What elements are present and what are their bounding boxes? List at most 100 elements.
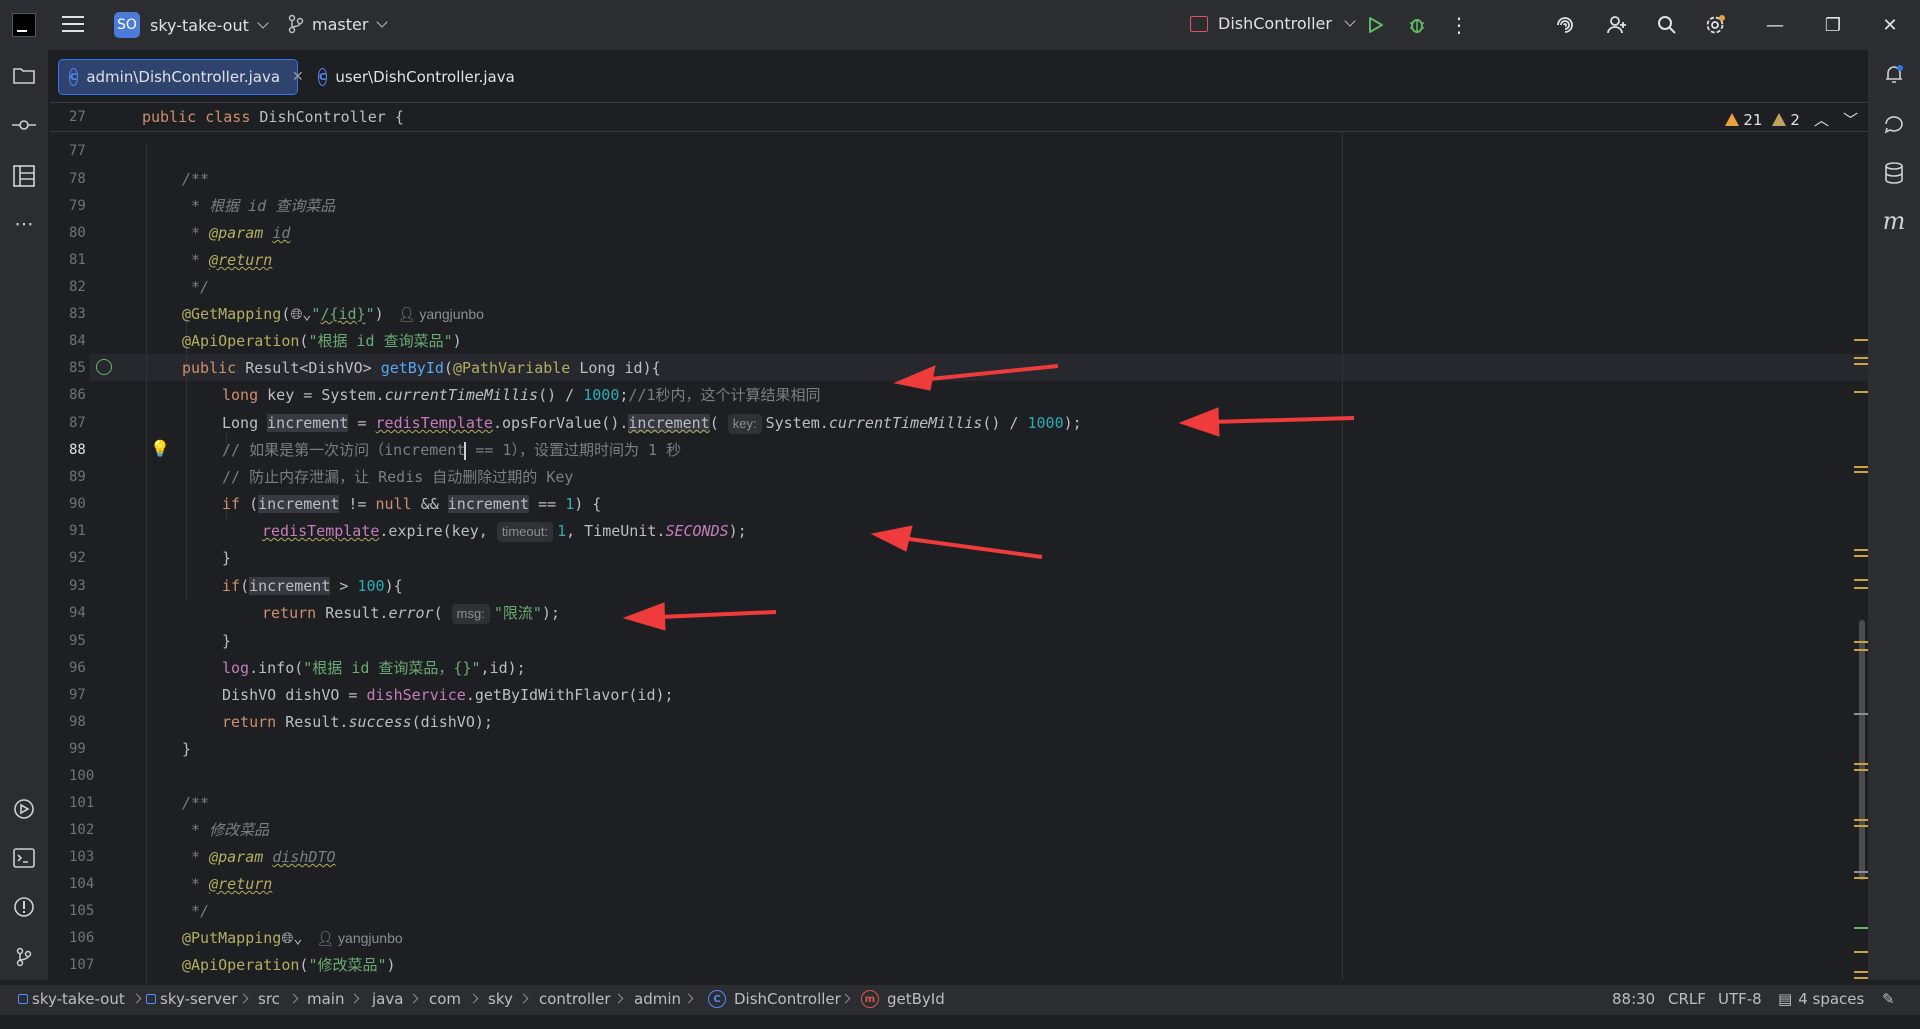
previous-highlight-icon[interactable]: ︿ [1814, 109, 1829, 130]
add-user-icon[interactable] [1604, 12, 1630, 38]
indent-setting[interactable]: ▤ 4 spaces [1778, 990, 1864, 1008]
stripe-marker[interactable] [1854, 649, 1868, 651]
code-line: * @param id [182, 224, 291, 242]
code-line: return Result.success(dishVO); [222, 713, 493, 731]
run-configuration-selector[interactable]: DishController [1190, 14, 1356, 33]
breadcrumb-project[interactable]: sky-take-out [18, 990, 125, 1008]
problems-icon[interactable] [10, 893, 38, 921]
breadcrumb-java[interactable]: java [372, 990, 403, 1008]
stripe-marker[interactable] [1854, 391, 1868, 393]
breadcrumb-sky[interactable]: sky [488, 990, 513, 1008]
intention-bulb-icon[interactable]: 💡 [150, 439, 170, 458]
breadcrumb-com[interactable]: com [429, 990, 461, 1008]
project-badge: SO [114, 12, 140, 38]
globe-icon[interactable]: 🌐︎⌄ [281, 929, 302, 947]
inspection-widget[interactable]: 21 2 ︿ ﹀ [1725, 109, 1858, 130]
code-line: */ [182, 902, 210, 920]
stripe-marker[interactable] [1854, 825, 1868, 827]
class-icon: C [318, 68, 328, 86]
parameter-hint: timeout: [496, 522, 554, 542]
scrollbar-thumb[interactable] [1859, 620, 1865, 880]
close-window-button[interactable]: ✕ [1877, 12, 1903, 38]
stripe-marker[interactable] [1854, 555, 1868, 557]
readonly-lock-icon[interactable]: ✎ [1882, 990, 1895, 1008]
tab-label: admin\DishController.java [86, 68, 281, 86]
code-line: } [222, 549, 232, 567]
breadcrumb-admin[interactable]: admin [634, 990, 681, 1008]
line-number: 27 [69, 109, 86, 125]
breadcrumb-src[interactable]: src [258, 990, 280, 1008]
more-actions-icon[interactable]: ⋮ [1446, 12, 1472, 38]
stripe-marker[interactable] [1854, 587, 1868, 589]
stripe-marker[interactable] [1854, 471, 1868, 473]
tab-user-dish-controller[interactable]: C user\DishController.java [308, 59, 515, 95]
code-line: @PutMapping🌐︎⌄ 👤︎ yangjunbo [182, 929, 403, 947]
class-icon: C [708, 990, 726, 1008]
restore-button[interactable]: ❐ [1820, 12, 1846, 38]
settings-gear-icon[interactable] [1702, 12, 1728, 38]
stripe-marker[interactable] [1854, 713, 1868, 715]
project-selector[interactable]: SO sky-take-out [114, 12, 269, 38]
left-tool-strip: ⋯ [0, 50, 48, 980]
breadcrumb-main[interactable]: main [307, 990, 344, 1008]
commit-icon[interactable] [10, 111, 38, 139]
line-number: 103 [69, 849, 95, 865]
module-icon [18, 994, 28, 1004]
project-folder-icon[interactable] [10, 61, 38, 89]
file-encoding[interactable]: UTF-8 [1718, 990, 1762, 1008]
ai-assistant-icon[interactable] [1552, 12, 1578, 38]
stripe-marker[interactable] [1854, 363, 1868, 365]
ai-chat-icon[interactable] [1880, 110, 1908, 138]
caret-position[interactable]: 88:30 [1612, 990, 1655, 1008]
close-tab-icon[interactable]: ✕ [292, 69, 304, 85]
stripe-marker[interactable] [1854, 877, 1868, 879]
run-icon[interactable] [1362, 12, 1388, 38]
debug-icon[interactable] [1404, 12, 1430, 38]
stripe-marker[interactable] [1854, 763, 1868, 765]
stripe-marker[interactable] [1854, 977, 1868, 979]
stripe-marker[interactable] [1854, 357, 1868, 359]
stripe-marker[interactable] [1854, 871, 1868, 873]
next-highlight-icon[interactable]: ﹀ [1843, 109, 1858, 130]
stripe-marker[interactable] [1854, 971, 1868, 973]
structure-icon[interactable] [10, 162, 38, 190]
stripe-marker[interactable] [1854, 549, 1868, 551]
stripe-marker[interactable] [1854, 927, 1868, 929]
maven-icon[interactable]: m [1880, 207, 1908, 235]
git-icon[interactable] [10, 943, 38, 971]
branch-name: master [312, 14, 369, 34]
app-logo-icon [12, 13, 36, 37]
globe-icon[interactable]: 🌐︎⌄ [290, 305, 311, 323]
code-author[interactable]: 👤︎ yangjunbo [398, 306, 484, 322]
more-tools-icon[interactable]: ⋯ [10, 210, 38, 238]
breadcrumb-controller[interactable]: controller [539, 990, 611, 1008]
stripe-marker[interactable] [1854, 641, 1868, 643]
stripe-marker[interactable] [1854, 951, 1868, 953]
services-icon[interactable] [10, 795, 38, 823]
stripe-marker[interactable] [1854, 769, 1868, 771]
tab-admin-dish-controller[interactable]: C admin\DishController.java ✕ [58, 59, 304, 95]
stripe-marker[interactable] [1854, 466, 1868, 468]
code-editor[interactable]: C admin\DishController.java ✕ C user\Dis… [50, 55, 1868, 983]
terminal-icon[interactable] [10, 844, 38, 872]
main-menu-icon[interactable] [62, 16, 84, 34]
vcs-branch-selector[interactable]: master [288, 14, 389, 34]
endpoint-gutter-icon[interactable] [96, 359, 112, 375]
line-number: 105 [69, 903, 95, 919]
breadcrumb-module[interactable]: sky-server [146, 990, 237, 1008]
code-line: /** [182, 794, 210, 812]
database-icon[interactable] [1880, 159, 1908, 187]
minimize-button[interactable]: — [1762, 12, 1788, 38]
code-author[interactable]: 👤︎ yangjunbo [316, 930, 402, 946]
search-icon[interactable] [1654, 12, 1680, 38]
parameter-hint: msg: [451, 604, 490, 624]
stripe-marker[interactable] [1854, 339, 1868, 341]
notifications-icon[interactable] [1880, 60, 1908, 88]
breadcrumb-class[interactable]: C DishController [708, 990, 841, 1008]
line-number: 107 [69, 957, 95, 973]
line-number: 81 [69, 252, 86, 268]
stripe-marker[interactable] [1854, 819, 1868, 821]
breadcrumb-method[interactable]: m getById [861, 990, 945, 1008]
stripe-marker[interactable] [1854, 579, 1868, 581]
line-separator[interactable]: CRLF [1668, 990, 1706, 1008]
